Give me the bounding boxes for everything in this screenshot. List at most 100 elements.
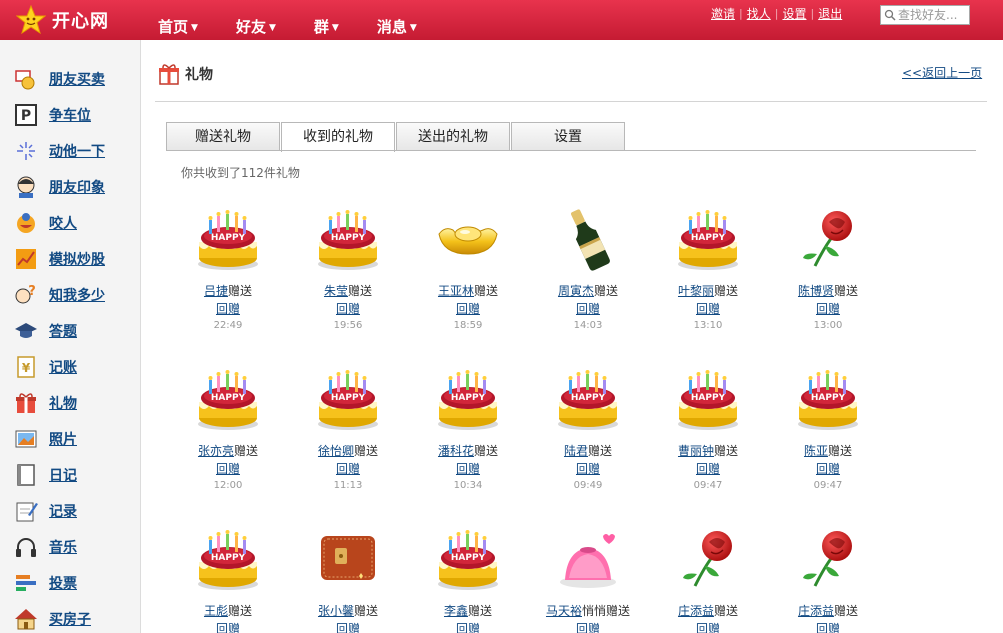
reply-gift-link[interactable]: 回赠: [336, 620, 360, 633]
reply-gift-link[interactable]: 回赠: [456, 620, 480, 633]
gift-timestamp: 22:49: [213, 320, 243, 331]
sidebar-item-records[interactable]: 记录: [14, 498, 77, 524]
cake-gift-icon[interactable]: [195, 366, 261, 432]
sender-link[interactable]: 徐怡卿: [318, 444, 354, 458]
reply-gift-link[interactable]: 回赠: [816, 300, 840, 318]
wallet-gift-icon[interactable]: [315, 526, 381, 592]
sidebar-item-bite[interactable]: 咬人: [14, 210, 77, 236]
gift-action: 赠送: [834, 284, 859, 298]
vote-bars-icon: [16, 575, 36, 591]
reply-gift-link[interactable]: 回赠: [576, 460, 600, 478]
gift-item: 徐怡卿赠送 回赠 11:13: [298, 366, 398, 494]
gold-ingot-gift-icon[interactable]: [435, 206, 501, 272]
cake-gift-icon[interactable]: [195, 526, 261, 592]
reply-gift-link[interactable]: 回赠: [216, 620, 240, 633]
reply-gift-link[interactable]: 回赠: [336, 460, 360, 478]
cake-gift-icon[interactable]: [435, 526, 501, 592]
tab-send-gift[interactable]: 赠送礼物: [166, 122, 280, 151]
rose-gift-icon[interactable]: [795, 206, 861, 272]
sidebar-item-poke[interactable]: 动他一下: [14, 138, 105, 164]
sidebar-item-parking[interactable]: P 争车位: [14, 102, 91, 128]
caret-down-icon: ▼: [191, 23, 198, 33]
gift-sender-line: 王亚林赠送: [418, 283, 518, 300]
nav-home[interactable]: 首页 ▼: [158, 16, 198, 37]
rose-gift-icon[interactable]: [675, 526, 741, 592]
nav-groups[interactable]: 群 ▼: [314, 16, 339, 37]
reply-gift-link[interactable]: 回赠: [576, 620, 600, 633]
logout-link[interactable]: 退出: [814, 5, 846, 22]
cake-gift-icon[interactable]: [795, 366, 861, 432]
jelly-gift-icon[interactable]: [555, 526, 621, 592]
sidebar-item-answer[interactable]: 答题: [14, 318, 77, 344]
gift-sender-line: 庄添益赠送: [658, 603, 758, 620]
reply-gift-link[interactable]: 回赠: [696, 300, 720, 318]
cake-gift-icon[interactable]: [315, 366, 381, 432]
reply-gift-link[interactable]: 回赠: [696, 460, 720, 478]
sidebar-item-music[interactable]: 音乐: [14, 534, 77, 560]
sidebar-item-house[interactable]: 买房子: [14, 606, 91, 632]
cake-gift-icon[interactable]: [675, 366, 741, 432]
settings-link[interactable]: 设置: [778, 5, 810, 22]
sender-link[interactable]: 张小馨: [318, 604, 354, 618]
sender-link[interactable]: 陈亚: [804, 444, 828, 458]
back-link[interactable]: <<返回上一页: [902, 64, 982, 81]
cake-gift-icon[interactable]: [435, 366, 501, 432]
sender-link[interactable]: 王亚林: [438, 284, 474, 298]
sidebar-item-quiz[interactable]: ? 知我多少: [14, 282, 105, 308]
bite-icon: [17, 213, 35, 233]
photo-icon: [15, 430, 37, 448]
sidebar-item-vote[interactable]: 投票: [14, 570, 77, 596]
invite-link[interactable]: 邀请: [711, 5, 739, 22]
sidebar-item-label: 音乐: [49, 540, 77, 556]
sidebar-item-gifts[interactable]: 礼物: [14, 390, 77, 416]
sender-link[interactable]: 李鑫: [444, 604, 468, 618]
reply-gift-link[interactable]: 回赠: [456, 300, 480, 318]
sidebar-item-impression[interactable]: 朋友印象: [14, 174, 105, 200]
reply-gift-link[interactable]: 回赠: [816, 460, 840, 478]
sender-link[interactable]: 陆君: [564, 444, 588, 458]
reply-gift-link[interactable]: 回赠: [696, 620, 720, 633]
reply-gift-link[interactable]: 回赠: [216, 300, 240, 318]
gift-timestamp: 10:34: [453, 480, 483, 491]
gift-action: 赠送: [588, 444, 613, 458]
cake-gift-icon[interactable]: [315, 206, 381, 272]
sender-link[interactable]: 王彪: [204, 604, 228, 618]
cake-gift-icon[interactable]: [675, 206, 741, 272]
sender-link[interactable]: 叶黎丽: [678, 284, 714, 298]
caret-down-icon: ▼: [268, 23, 276, 33]
sender-link[interactable]: 庄添益: [678, 604, 714, 618]
champagne-gift-icon[interactable]: [555, 206, 621, 272]
sender-link[interactable]: 吕捷: [204, 284, 228, 298]
nav-messages[interactable]: 消息 ▼: [377, 16, 417, 37]
sender-link[interactable]: 陈博贤: [798, 284, 834, 298]
rose-gift-icon[interactable]: [795, 526, 861, 592]
sender-link[interactable]: 周寅杰: [558, 284, 594, 298]
svg-text:P: P: [21, 108, 31, 124]
logo[interactable]: 开心网: [16, 4, 109, 36]
reply-gift-link[interactable]: 回赠: [456, 460, 480, 478]
sender-link[interactable]: 张亦亮: [198, 444, 234, 458]
sidebar-item-photos[interactable]: 照片: [14, 426, 77, 452]
cake-gift-icon[interactable]: [195, 206, 261, 272]
sender-link[interactable]: 曹丽钟: [678, 444, 714, 458]
sidebar-item-diary[interactable]: 日记: [14, 462, 77, 488]
reply-gift-link[interactable]: 回赠: [576, 300, 600, 318]
tab-received-gifts[interactable]: 收到的礼物: [281, 122, 395, 152]
gift-action: 赠送: [348, 284, 373, 298]
nav-friends[interactable]: 好友 ▼: [236, 16, 276, 37]
sender-link[interactable]: 朱莹: [324, 284, 348, 298]
sender-link[interactable]: 庄添益: [798, 604, 834, 618]
tab-settings[interactable]: 设置: [511, 122, 625, 151]
reply-gift-link[interactable]: 回赠: [336, 300, 360, 318]
sender-link[interactable]: 潘科花: [438, 444, 474, 458]
reply-gift-link[interactable]: 回赠: [816, 620, 840, 633]
sender-link[interactable]: 马天裕: [546, 604, 582, 618]
reply-gift-link[interactable]: 回赠: [216, 460, 240, 478]
find-people-link[interactable]: 找人: [743, 5, 775, 22]
sidebar-item-stock[interactable]: 模拟炒股: [14, 246, 105, 272]
friend-search-input[interactable]: [898, 8, 968, 22]
sidebar-item-accounting[interactable]: ¥ 记账: [14, 354, 77, 380]
sidebar-item-friend-trade[interactable]: 朋友买卖: [14, 66, 105, 92]
tab-sent-gifts[interactable]: 送出的礼物: [396, 122, 510, 151]
cake-gift-icon[interactable]: [555, 366, 621, 432]
